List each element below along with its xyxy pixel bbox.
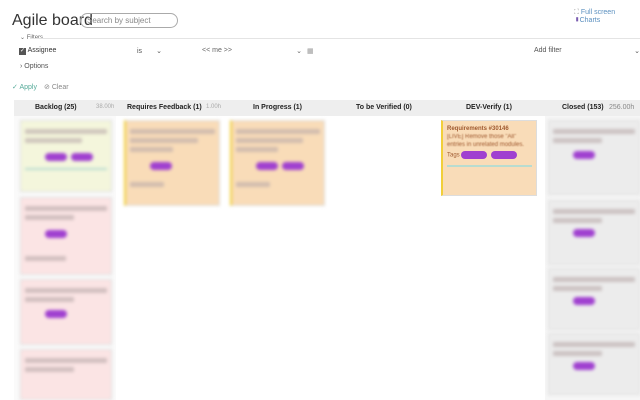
full-screen-link[interactable]: ⛶ Full screen ▮Charts — [574, 9, 640, 25]
column-requires-feedback: Requires Feedback (1) — [127, 104, 202, 111]
column-closed: Closed (153) — [562, 104, 604, 111]
issue-card-dev-verify[interactable]: Requirements #30146 [LIVE] Remove those … — [441, 120, 537, 196]
assignee-filter[interactable]: ✓ Assignee — [19, 47, 56, 55]
apply-button[interactable]: ✓ Apply — [12, 83, 37, 91]
tags-label: Tags — [447, 152, 460, 159]
value-select[interactable]: << me >> ⌄ — [202, 47, 302, 55]
issue-id[interactable]: Requirements #30146 — [447, 125, 532, 133]
issue-card[interactable] — [124, 120, 220, 206]
options-toggle[interactable]: › Options — [20, 63, 48, 70]
fullscreen-icon: ⛶ — [574, 9, 581, 16]
issue-card[interactable] — [20, 279, 112, 345]
tag — [461, 151, 488, 159]
add-filter-select[interactable]: Add filter ⌄ — [534, 47, 640, 55]
issue-card[interactable] — [20, 120, 112, 192]
divider — [447, 164, 532, 167]
multi-select-icon[interactable]: ▦ — [307, 47, 314, 55]
column-estimate: 256.00h — [609, 104, 635, 111]
issue-card[interactable] — [548, 268, 640, 330]
clear-button[interactable]: ⊘ Clear — [44, 83, 69, 91]
column-estimate: 38.00h — [96, 104, 115, 110]
issue-card[interactable] — [20, 349, 112, 400]
issue-card[interactable] — [548, 200, 640, 265]
operator-select[interactable]: is ⌄ — [137, 47, 162, 55]
column-to-be-verified: To be Verified (0) — [356, 104, 412, 111]
issue-subject: [LIVE] Remove those "All" entries in unr… — [447, 134, 525, 148]
column-backlog: Backlog (25) — [35, 104, 77, 111]
issue-card[interactable] — [20, 197, 112, 275]
issue-card[interactable] — [548, 333, 640, 395]
divider — [30, 38, 640, 39]
checkbox[interactable]: ✓ — [19, 48, 26, 55]
issue-card[interactable] — [548, 120, 640, 195]
column-dev-verify: DEV-Verify (1) — [466, 104, 512, 111]
column-in-progress: In Progress (1) — [253, 104, 303, 111]
issue-card[interactable] — [230, 120, 325, 206]
column-estimate: 1.00h — [206, 104, 222, 110]
search-input[interactable]: Search by subject — [80, 13, 178, 28]
tag — [491, 151, 518, 159]
